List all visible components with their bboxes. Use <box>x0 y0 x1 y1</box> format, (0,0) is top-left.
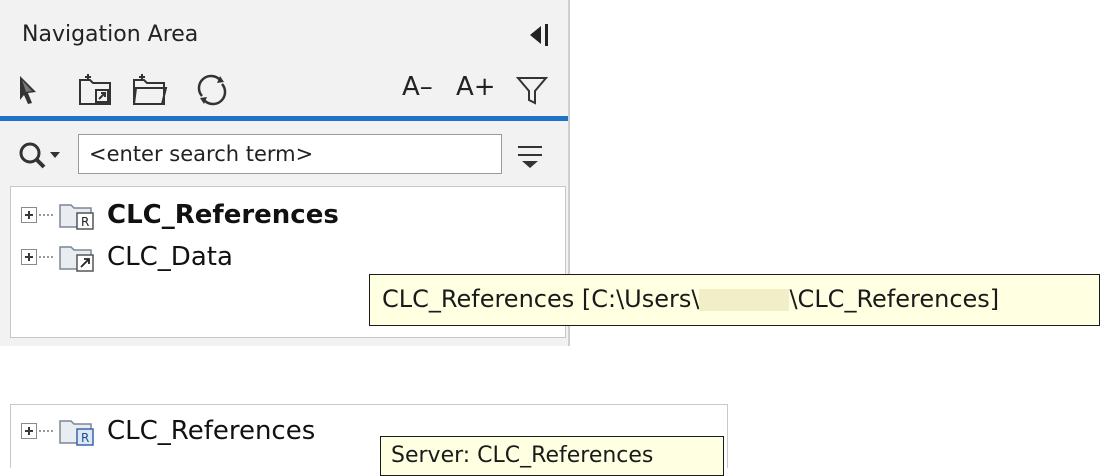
tree-connector <box>39 214 53 216</box>
search-row <box>0 130 568 180</box>
expand-icon[interactable] <box>21 249 37 265</box>
path-tooltip: CLC_References [C:\Users\ \CLC_References… <box>369 274 1100 326</box>
search-icon <box>19 142 60 169</box>
search-menu-button[interactable] <box>512 140 548 172</box>
hamburger-icon <box>518 146 542 168</box>
decrease-font-button[interactable]: A– <box>402 72 433 102</box>
tree-item-clc-references[interactable]: R CLC_References <box>21 197 339 233</box>
search-input[interactable] <box>78 134 502 174</box>
collapse-panel-button[interactable] <box>524 20 558 50</box>
tree-item-label: CLC_Data <box>107 242 233 272</box>
filter-funnel-icon <box>515 77 549 105</box>
arrow-pointer-icon <box>20 76 36 104</box>
panel-title: Navigation Area <box>22 22 199 47</box>
tree-item-clc-data[interactable]: CLC_Data <box>21 239 233 275</box>
search-options-button[interactable] <box>16 138 72 174</box>
tree-connector <box>39 256 53 258</box>
redacted-username <box>699 289 790 311</box>
toolbar: A– A+ <box>0 64 568 114</box>
tooltip-text-prefix: CLC_References [C:\Users\ <box>382 285 700 313</box>
tree-item-label: CLC_References <box>107 416 316 446</box>
expand-icon[interactable] <box>21 207 37 223</box>
collapse-left-icon <box>530 24 548 46</box>
server-tooltip: Server: CLC_References <box>380 436 724 476</box>
folder-link-icon <box>79 74 111 105</box>
select-arrow-button[interactable] <box>12 70 52 110</box>
expand-icon[interactable] <box>21 423 37 439</box>
folder-icon <box>132 74 168 105</box>
filter-button[interactable] <box>512 70 552 110</box>
svg-text:R: R <box>81 431 89 445</box>
folder-r-icon: R <box>59 420 94 446</box>
tree-item-label: CLC_References <box>107 200 339 230</box>
folder-link-icon <box>59 246 94 272</box>
open-folder-button[interactable] <box>130 70 170 110</box>
folder-r-icon: R <box>59 204 94 230</box>
svg-text:R: R <box>81 215 89 229</box>
tree-item-server-clc-references[interactable]: R CLC_References <box>21 413 315 449</box>
new-folder-button[interactable] <box>76 70 116 110</box>
tree-connector <box>39 430 53 432</box>
toolbar-divider <box>0 116 568 121</box>
increase-font-button[interactable]: A+ <box>456 72 496 102</box>
refresh-button[interactable] <box>192 70 232 110</box>
tooltip-text-suffix: \CLC_References] <box>789 285 1000 313</box>
refresh-icon <box>197 74 227 106</box>
